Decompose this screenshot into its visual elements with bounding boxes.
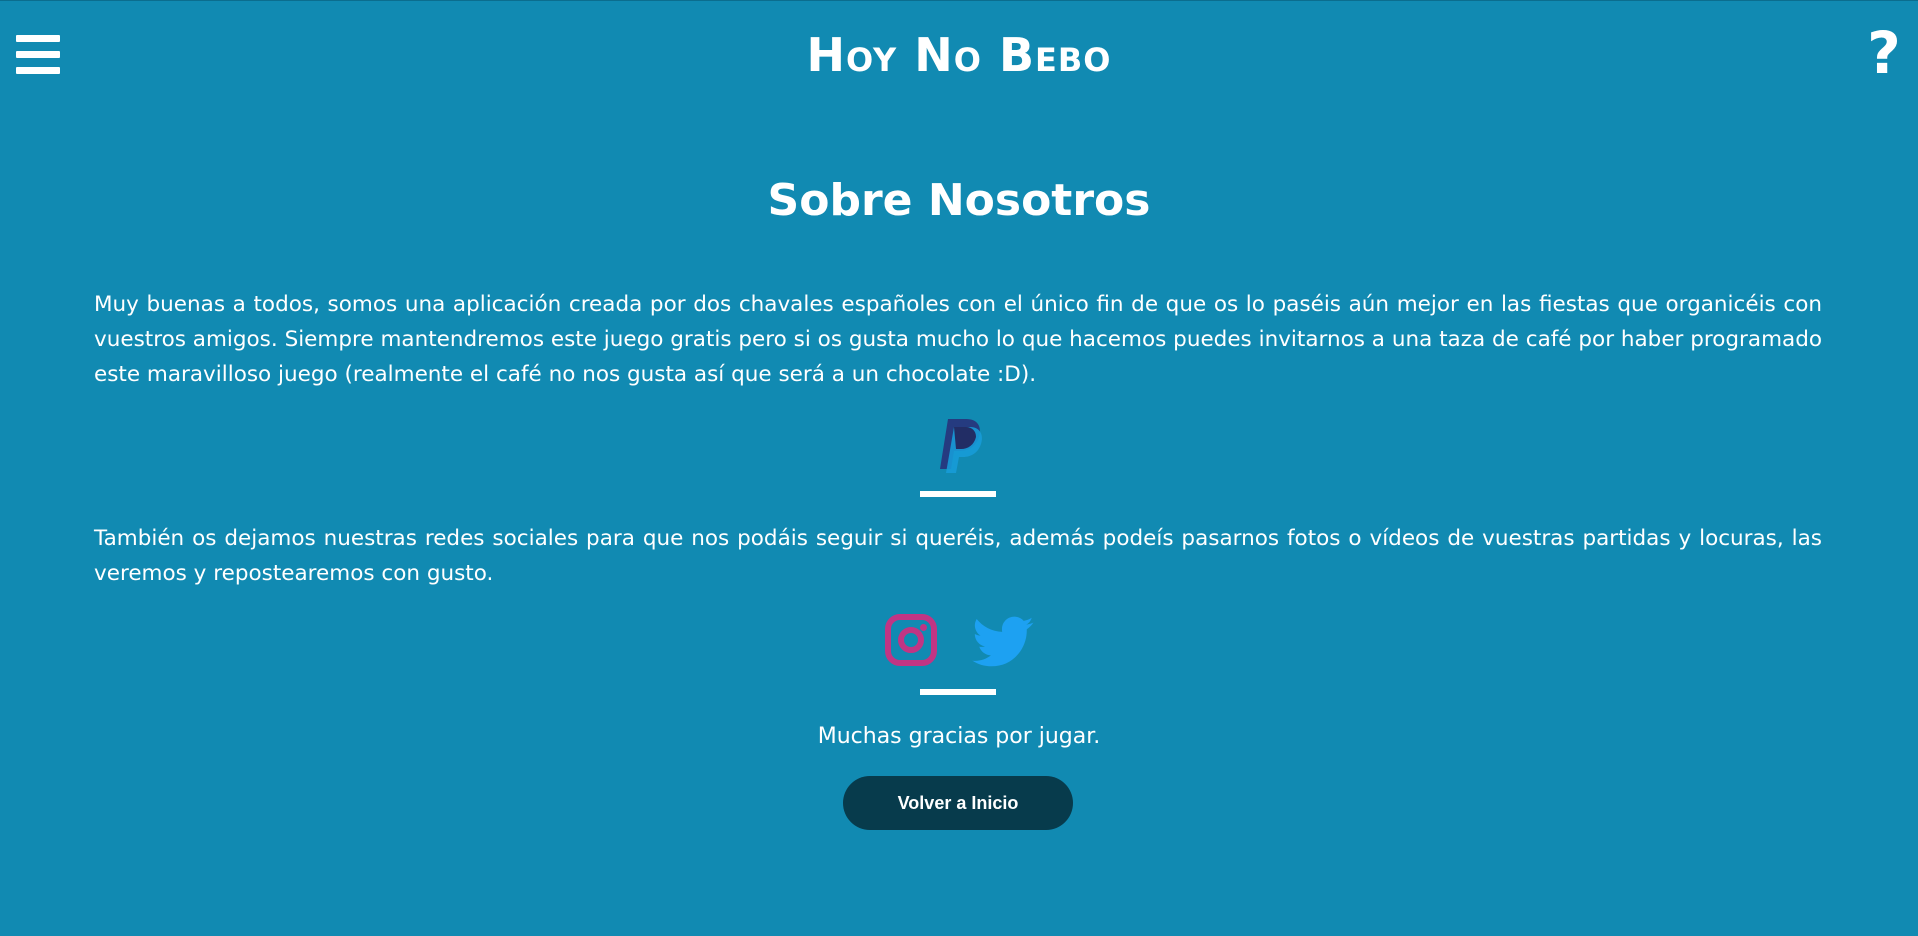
- intro-paragraph: Muy buenas a todos, somos una aplicación…: [94, 292, 1822, 387]
- thanks-message: Muchas gracias por jugar.: [817, 724, 1101, 749]
- instagram-icon[interactable]: [884, 613, 938, 667]
- paypal-icon[interactable]: [934, 415, 986, 475]
- twitter-icon[interactable]: [972, 615, 1034, 669]
- back-to-home-button[interactable]: Volver a Inicio: [843, 776, 1073, 830]
- page-title: Sobre Nosotros: [767, 175, 1151, 226]
- divider: [920, 689, 996, 695]
- help-button[interactable]: ?: [1864, 23, 1904, 83]
- divider: [920, 491, 996, 497]
- app-title: Hoy No Bebo: [806, 28, 1112, 82]
- social-paragraph: También os dejamos nuestras redes social…: [94, 526, 1822, 586]
